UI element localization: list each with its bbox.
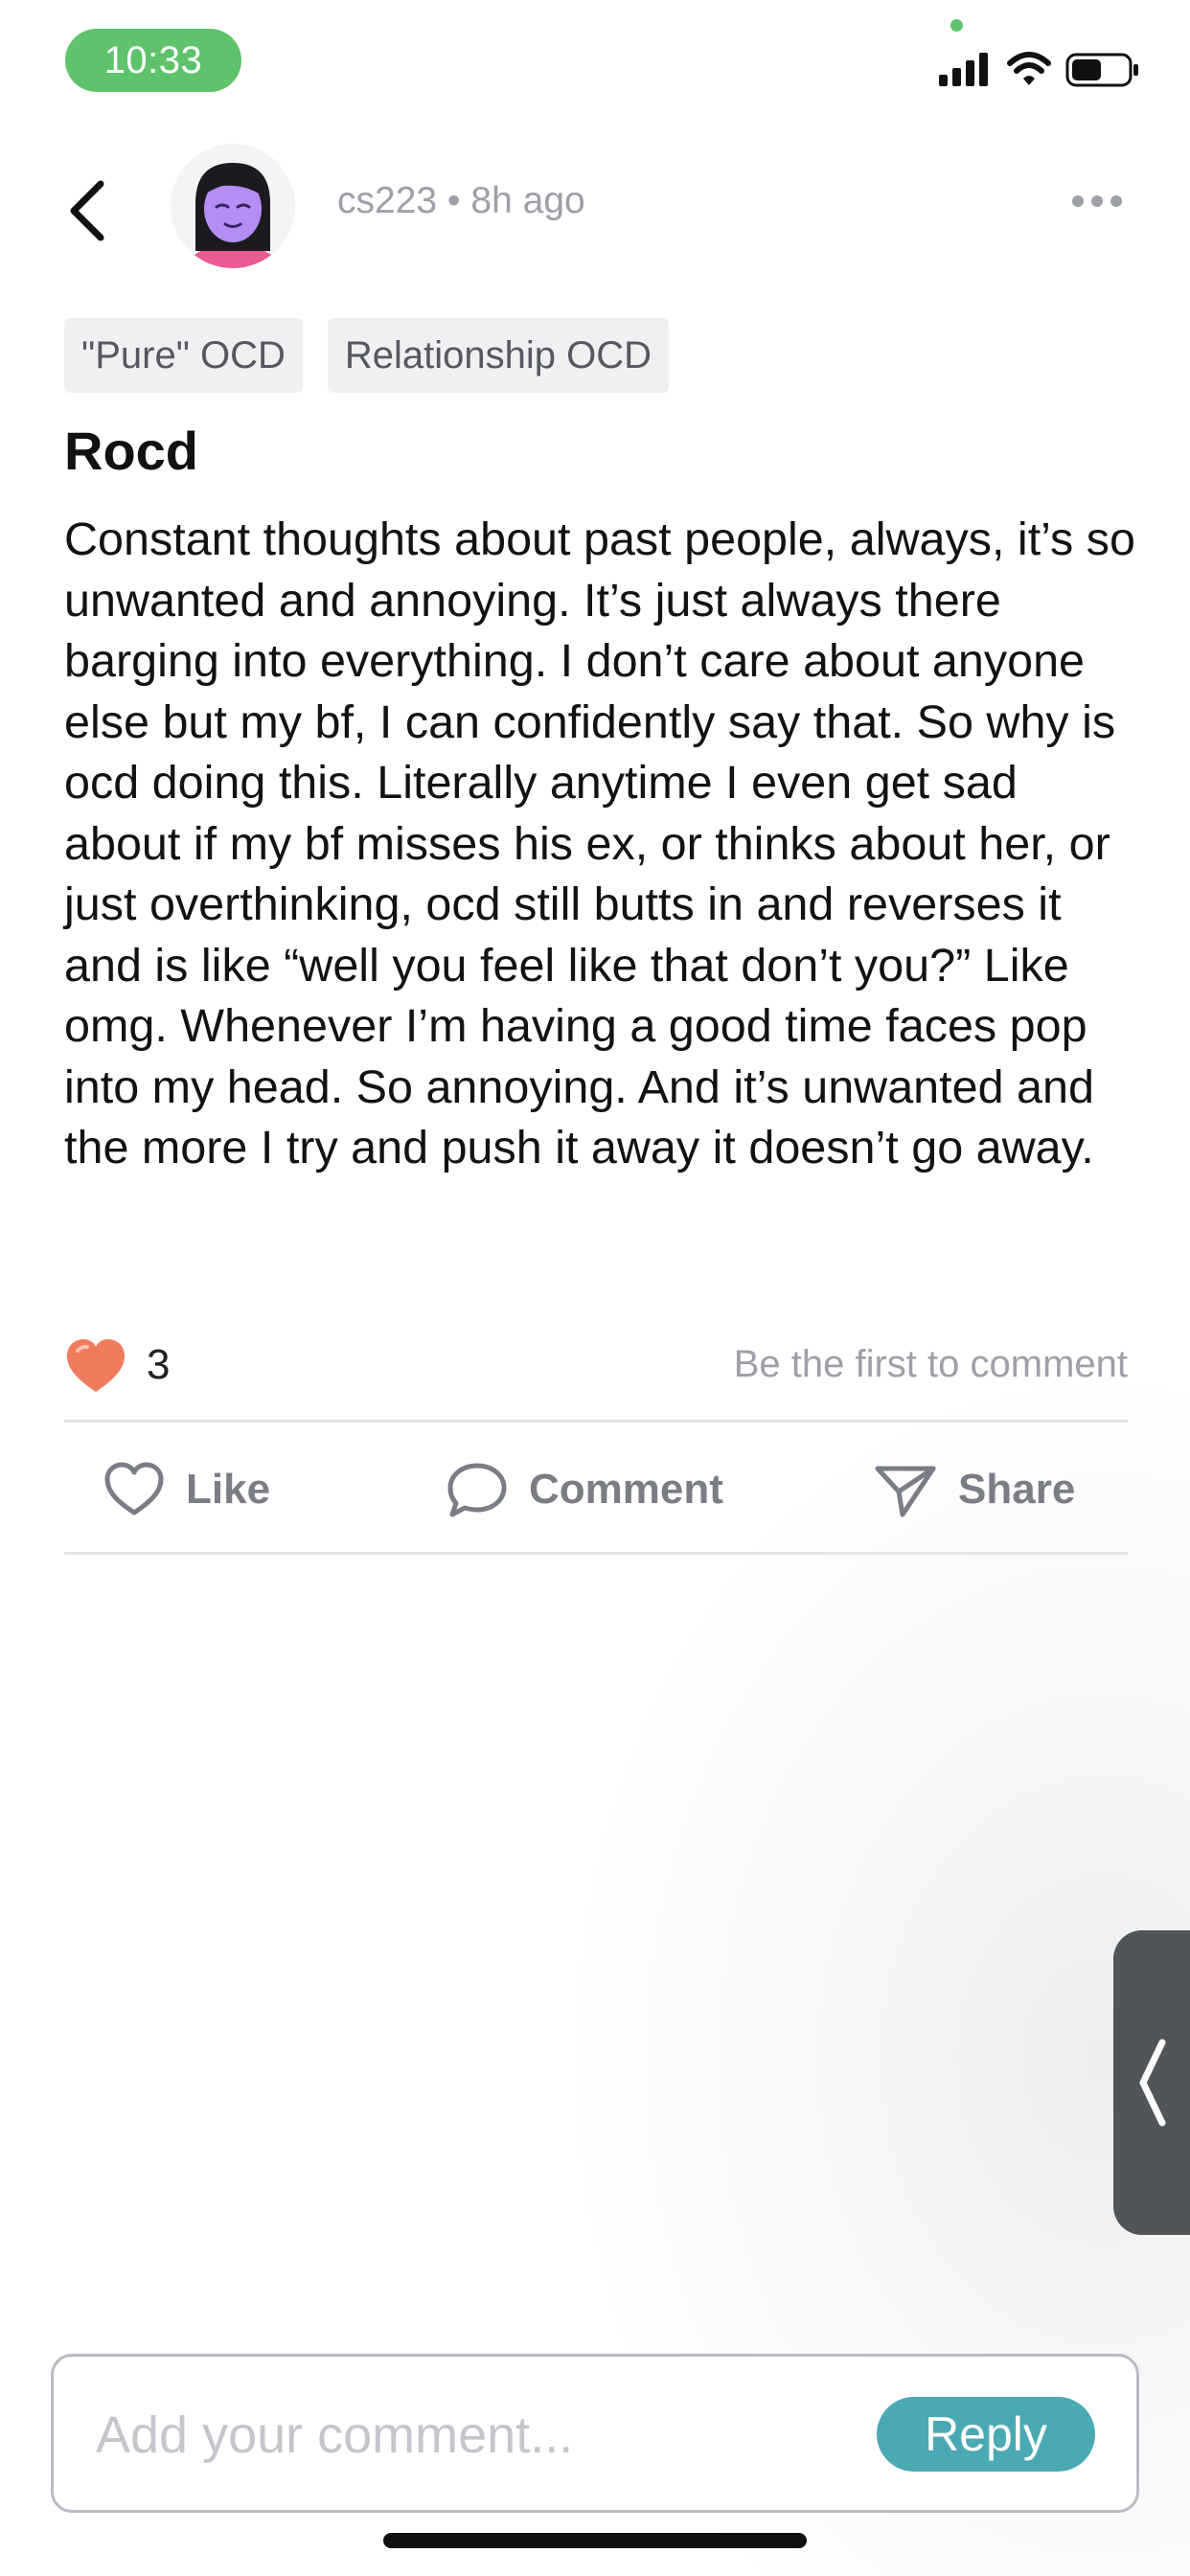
chevron-left-icon <box>1139 2039 1166 2127</box>
comment-label: Comment <box>529 1466 723 1513</box>
privacy-indicator-dot <box>950 19 963 32</box>
author-username[interactable]: cs223 <box>337 180 437 221</box>
heart-outline-icon <box>104 1462 164 1516</box>
chevron-left-icon <box>70 180 104 241</box>
reply-button[interactable]: Reply <box>877 2397 1095 2472</box>
status-time: 10:33 <box>65 29 241 92</box>
speech-bubble-icon <box>447 1463 507 1517</box>
divider-bottom <box>64 1552 1128 1555</box>
battery-icon <box>1065 53 1138 87</box>
share-button[interactable]: Share <box>874 1456 1075 1523</box>
post-title: Rocd <box>64 421 198 481</box>
comment-input[interactable] <box>96 2405 843 2466</box>
post-meta: cs223 • 8h ago <box>337 180 585 222</box>
status-bar: 10:33 <box>0 0 1190 125</box>
comment-button[interactable]: Comment <box>446 1456 723 1523</box>
post-stats: 3 Be the first to comment <box>64 1332 1128 1399</box>
heart-filled-icon <box>67 1339 125 1392</box>
home-indicator[interactable] <box>383 2533 807 2548</box>
tag-list: "Pure" OCD Relationship OCD <box>64 318 670 393</box>
meta-separator: • <box>446 180 461 221</box>
more-horizontal-icon <box>1072 195 1122 207</box>
share-label: Share <box>958 1466 1076 1513</box>
avatar[interactable] <box>171 144 295 268</box>
like-label: Like <box>186 1466 271 1513</box>
comment-prompt[interactable]: Be the first to comment <box>734 1343 1128 1386</box>
send-icon <box>875 1466 936 1517</box>
tag-relationship-ocd[interactable]: Relationship OCD <box>327 318 670 393</box>
like-count: 3 <box>147 1341 171 1388</box>
wifi-icon <box>1007 52 1051 85</box>
post-time: 8h ago <box>470 180 585 221</box>
avatar-illustration <box>171 144 295 268</box>
post-body: Constant thoughts about past people, alw… <box>64 513 1136 1174</box>
tag-pure-ocd[interactable]: "Pure" OCD <box>64 318 303 393</box>
side-panel-handle[interactable] <box>1113 1930 1190 2235</box>
more-options-button[interactable] <box>1064 182 1131 220</box>
signal-icon <box>939 53 988 86</box>
divider-top <box>64 1420 1128 1423</box>
like-button[interactable]: Like <box>103 1456 270 1523</box>
comment-composer: Reply <box>51 2354 1139 2513</box>
back-button[interactable] <box>54 172 121 249</box>
